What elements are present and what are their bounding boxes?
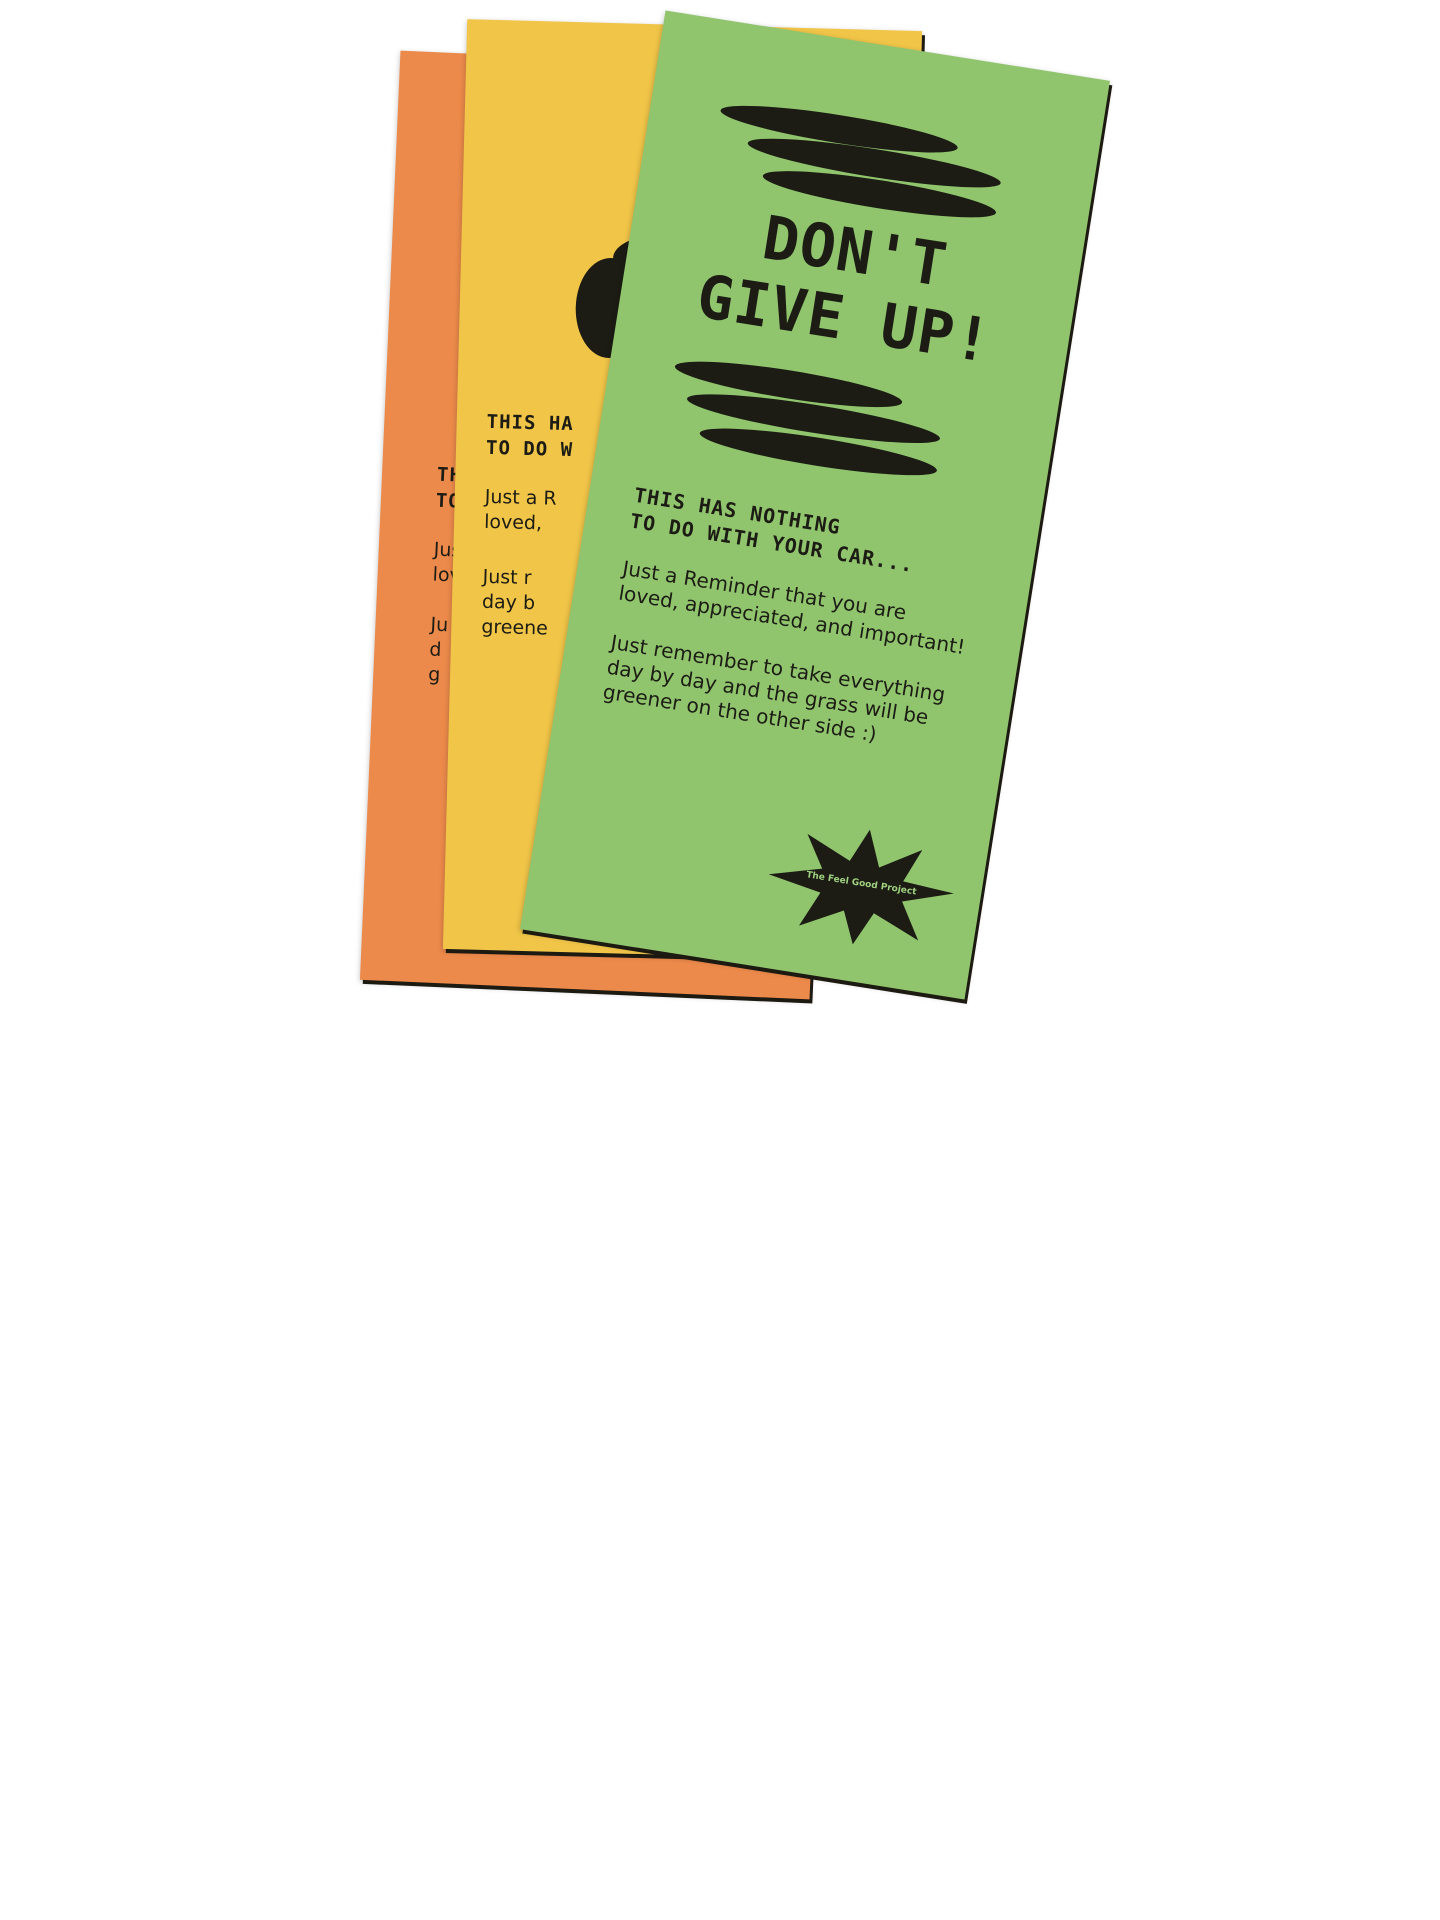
- yellow-heading-line1: THIS HA: [486, 410, 575, 436]
- orange-para2-line1: Ju: [430, 613, 449, 637]
- yellow-para2-line2: day b: [481, 590, 536, 615]
- orange-para2-line2: d: [428, 638, 442, 661]
- yellow-para2-line1: Just r: [482, 565, 532, 590]
- orange-para2-line3: g: [427, 663, 441, 686]
- yellow-para2-line3: greene: [481, 615, 549, 640]
- yellow-heading-line2: TO DO W: [485, 436, 574, 462]
- feel-good-badge: The Feel Good Project: [758, 813, 964, 961]
- bottom-brush-stroke-icon: [674, 361, 940, 476]
- yellow-para1-line2: loved,: [483, 510, 543, 535]
- yellow-para1-line1: Just a R: [484, 485, 557, 510]
